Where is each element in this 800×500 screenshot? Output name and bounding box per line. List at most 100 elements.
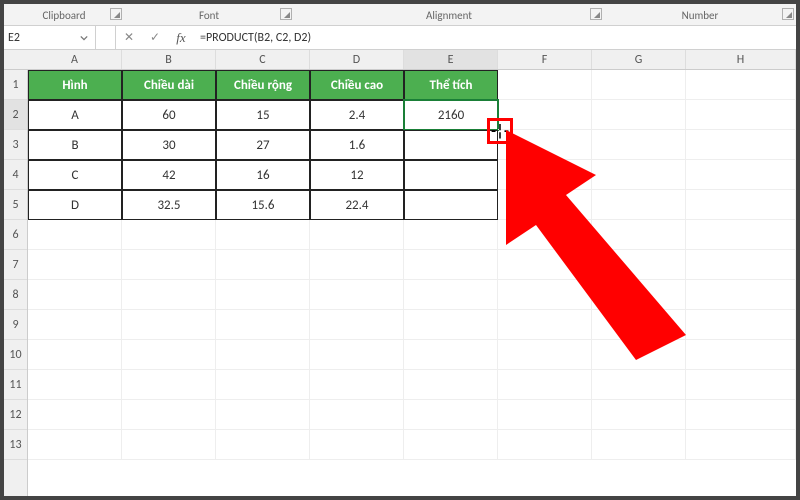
table-header-cell[interactable]: Thể tích: [404, 70, 498, 100]
cell[interactable]: [122, 340, 216, 370]
cell[interactable]: [498, 370, 592, 400]
row-header[interactable]: 9: [4, 310, 27, 340]
cell[interactable]: 12: [310, 160, 404, 190]
cell[interactable]: [404, 160, 498, 190]
cell[interactable]: 16: [216, 160, 310, 190]
cell[interactable]: [28, 400, 122, 430]
cell[interactable]: [686, 190, 796, 220]
cell[interactable]: [28, 250, 122, 280]
cell[interactable]: [686, 100, 796, 130]
row-header[interactable]: 1: [4, 70, 27, 100]
cell[interactable]: [28, 310, 122, 340]
row-header[interactable]: 13: [4, 430, 27, 460]
cell[interactable]: [592, 400, 686, 430]
cell[interactable]: [28, 430, 122, 460]
column-header[interactable]: F: [498, 50, 592, 69]
row-header[interactable]: 10: [4, 340, 27, 370]
row-header[interactable]: 12: [4, 400, 27, 430]
cell[interactable]: [592, 370, 686, 400]
cell[interactable]: [686, 160, 796, 190]
cell[interactable]: [498, 340, 592, 370]
cell[interactable]: 15: [216, 100, 310, 130]
cell[interactable]: [310, 310, 404, 340]
column-header[interactable]: A: [28, 50, 122, 69]
cancel-button[interactable]: ✕: [116, 26, 142, 49]
cell[interactable]: [592, 190, 686, 220]
cell[interactable]: [122, 280, 216, 310]
cell[interactable]: [404, 310, 498, 340]
dialog-launcher-icon[interactable]: [590, 8, 602, 20]
name-box-dropdown-icon[interactable]: [77, 31, 91, 45]
cell[interactable]: B: [28, 130, 122, 160]
cell[interactable]: [686, 70, 796, 100]
cell[interactable]: [592, 340, 686, 370]
cell[interactable]: [216, 340, 310, 370]
cell[interactable]: [404, 130, 498, 160]
cell[interactable]: [686, 340, 796, 370]
formula-input[interactable]: =PRODUCT(B2, C2, D2): [194, 26, 796, 49]
row-header[interactable]: 7: [4, 250, 27, 280]
column-header[interactable]: E: [404, 50, 498, 69]
row-header[interactable]: 2: [4, 100, 27, 130]
column-header[interactable]: G: [592, 50, 686, 69]
cell[interactable]: 1.6: [310, 130, 404, 160]
cell[interactable]: [686, 310, 796, 340]
cell[interactable]: [28, 220, 122, 250]
cell[interactable]: 22.4: [310, 190, 404, 220]
row-header[interactable]: 5: [4, 190, 27, 220]
cell[interactable]: [310, 400, 404, 430]
cell[interactable]: [686, 430, 796, 460]
cell[interactable]: [122, 250, 216, 280]
cell[interactable]: [404, 190, 498, 220]
cell[interactable]: [592, 70, 686, 100]
cell[interactable]: [498, 190, 592, 220]
row-header[interactable]: 4: [4, 160, 27, 190]
cell[interactable]: [686, 400, 796, 430]
cell[interactable]: [216, 310, 310, 340]
cell[interactable]: A: [28, 100, 122, 130]
name-box[interactable]: E2: [4, 26, 96, 49]
cell[interactable]: [122, 400, 216, 430]
cell[interactable]: [310, 430, 404, 460]
cell[interactable]: [28, 340, 122, 370]
cells-area[interactable]: Hình Chiều dài Chiều rộng Chiều cao Thể …: [28, 70, 796, 496]
cell[interactable]: [216, 400, 310, 430]
cell[interactable]: [404, 400, 498, 430]
cell[interactable]: 30: [122, 130, 216, 160]
row-header[interactable]: 3: [4, 130, 27, 160]
cell[interactable]: [404, 370, 498, 400]
cell[interactable]: [592, 220, 686, 250]
cell[interactable]: [404, 340, 498, 370]
cell[interactable]: [216, 280, 310, 310]
table-header-cell[interactable]: Chiều rộng: [216, 70, 310, 100]
worksheet-grid[interactable]: A B C D E F G H 1 2 3 4 5 6 7 8 9 10 11 …: [4, 50, 796, 496]
cell[interactable]: [122, 310, 216, 340]
cell[interactable]: [404, 250, 498, 280]
cell[interactable]: [592, 160, 686, 190]
table-header-cell[interactable]: Chiều dài: [122, 70, 216, 100]
cell[interactable]: [592, 280, 686, 310]
cell[interactable]: [498, 430, 592, 460]
cell[interactable]: [498, 400, 592, 430]
cell[interactable]: [686, 130, 796, 160]
cell[interactable]: [310, 220, 404, 250]
cell[interactable]: [122, 220, 216, 250]
row-header[interactable]: 6: [4, 220, 27, 250]
cell[interactable]: [592, 430, 686, 460]
cell[interactable]: [498, 70, 592, 100]
cell[interactable]: [686, 280, 796, 310]
cell[interactable]: [216, 250, 310, 280]
cell[interactable]: [592, 310, 686, 340]
column-header[interactable]: H: [686, 50, 796, 69]
column-header[interactable]: C: [216, 50, 310, 69]
cell[interactable]: D: [28, 190, 122, 220]
cell[interactable]: [498, 280, 592, 310]
cell[interactable]: [310, 280, 404, 310]
cell[interactable]: [498, 310, 592, 340]
row-header[interactable]: 11: [4, 370, 27, 400]
table-header-cell[interactable]: Hình: [28, 70, 122, 100]
cell[interactable]: [404, 280, 498, 310]
column-header[interactable]: D: [310, 50, 404, 69]
cell[interactable]: 2.4: [310, 100, 404, 130]
cell[interactable]: [310, 250, 404, 280]
